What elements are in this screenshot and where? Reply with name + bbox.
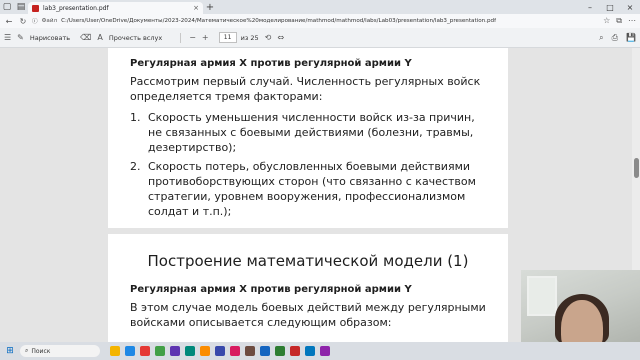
taskbar-app-icon[interactable] (230, 346, 240, 356)
pdf-icon (32, 4, 39, 12)
minimize-button[interactable]: – (580, 0, 600, 14)
address-bar[interactable]: ⓘ Файл C:/Users/User/OneDrive/Документы/… (32, 16, 599, 26)
list-item: 2. Скорость потерь, обусловленных боевым… (130, 159, 486, 219)
new-tab-button[interactable]: + (203, 2, 217, 13)
close-window-button[interactable]: × (620, 0, 640, 14)
tab-pdf[interactable]: lab3_presentation.pdf × (28, 2, 203, 14)
page-number-input[interactable]: 11 (218, 32, 237, 43)
list-item: 1. Скорость уменьшения численности войск… (130, 110, 486, 155)
browser-titlebar: ▢ ▤ lab3_presentation.pdf × + – □ × (0, 0, 640, 14)
taskbar-search[interactable]: ⌕ Поиск (20, 345, 100, 357)
list-number: 1. (130, 111, 141, 124)
taskbar-app-icon[interactable] (185, 346, 195, 356)
url-text: C:/Users/User/OneDrive/Документы/2023-20… (61, 18, 497, 24)
address-tools: ☆ ⧉ ⋯ (603, 16, 636, 26)
taskbar-app-icon[interactable] (155, 346, 165, 356)
taskbar-app-icon[interactable] (215, 346, 225, 356)
windows-start-icon[interactable]: ⊞ (4, 346, 16, 356)
taskbar-app-icon[interactable] (260, 346, 270, 356)
list-text: Скорость уменьшения численности войск из… (148, 111, 475, 154)
collections-icon[interactable]: ⧉ (616, 16, 622, 26)
close-tab-icon[interactable]: × (193, 4, 199, 12)
eraser-icon[interactable]: ⌫ (80, 33, 91, 42)
tab-label: lab3_presentation.pdf (43, 4, 109, 12)
favorite-icon[interactable]: ☆ (603, 16, 610, 26)
highlight-icon[interactable]: ✎ (17, 33, 24, 42)
save-icon[interactable]: 💾 (626, 33, 636, 43)
taskbar-app-icon[interactable] (290, 346, 300, 356)
refresh-icon[interactable]: ↻ (18, 17, 28, 26)
page-total: из 25 (240, 33, 259, 42)
taskbar: ⊞ ⌕ Поиск (0, 342, 640, 360)
list-number: 2. (130, 160, 141, 173)
scrollbar-thumb[interactable] (634, 158, 639, 178)
factor-list: 1. Скорость уменьшения численности войск… (130, 110, 486, 219)
text-icon[interactable]: A (97, 33, 102, 42)
draw-button[interactable]: Нарисовать (30, 34, 70, 42)
info-icon: ⓘ (32, 19, 38, 25)
taskbar-app-icon[interactable] (305, 346, 315, 356)
fit-page-icon[interactable]: ⇔ (277, 33, 284, 42)
taskbar-app-icon[interactable] (170, 346, 180, 356)
taskbar-app-icon[interactable] (140, 346, 150, 356)
search-icon: ⌕ (25, 347, 29, 354)
zoom-out-icon[interactable]: − (189, 33, 196, 42)
taskbar-app-icon[interactable] (320, 346, 330, 356)
address-prefix: Файл (41, 18, 58, 24)
pdf-toolbar: ☰ ✎ Нарисовать ⌫ A Прочесть вслух − + 11… (0, 28, 640, 48)
pdf-page: Регулярная армия X против регулярной арм… (108, 48, 508, 228)
maximize-button[interactable]: □ (600, 0, 620, 14)
back-icon[interactable]: ← (4, 17, 14, 26)
slide-intro: В этом случае модель боевых действий меж… (130, 301, 486, 329)
search-placeholder: Поиск (31, 347, 51, 355)
search-icon[interactable]: ⌕ (599, 33, 603, 43)
workspaces-icon[interactable]: ▢ (0, 0, 14, 14)
window-controls: – □ × (580, 0, 640, 14)
rotate-icon[interactable]: ⟲ (265, 33, 272, 42)
taskbar-app-icon[interactable] (200, 346, 210, 356)
taskbar-app-icon[interactable] (245, 346, 255, 356)
slide-intro: Рассмотрим первый случай. Численность ре… (130, 75, 481, 103)
zoom-in-icon[interactable]: + (202, 33, 209, 42)
pdf-page: Построение математической модели (1) Рег… (108, 234, 508, 342)
slide-title: Построение математической модели (1) (147, 252, 469, 270)
slide-subtitle: Регулярная армия X против регулярной арм… (130, 284, 412, 295)
slide-subtitle: Регулярная армия X против регулярной арм… (130, 58, 412, 69)
more-icon[interactable]: ⋯ (628, 16, 636, 26)
contents-icon[interactable]: ☰ (4, 33, 11, 42)
print-icon[interactable]: ⎙ (612, 33, 618, 43)
background-window (527, 276, 557, 316)
taskbar-app-icon[interactable] (275, 346, 285, 356)
taskbar-app-icon[interactable] (125, 346, 135, 356)
taskbar-app-icon[interactable] (110, 346, 120, 356)
list-text: Скорость потерь, обусловленных боевыми д… (148, 160, 476, 218)
tab-actions-icon[interactable]: ▤ (14, 0, 28, 14)
read-aloud-button[interactable]: Прочесть вслух (109, 34, 162, 42)
taskbar-apps (110, 346, 330, 356)
toolbar-divider (180, 32, 182, 43)
address-bar-row: ← ↻ ⓘ Файл C:/Users/User/OneDrive/Докуме… (0, 14, 640, 28)
pdf-toolbar-right: ⌕ ⎙ 💾 (599, 33, 636, 43)
